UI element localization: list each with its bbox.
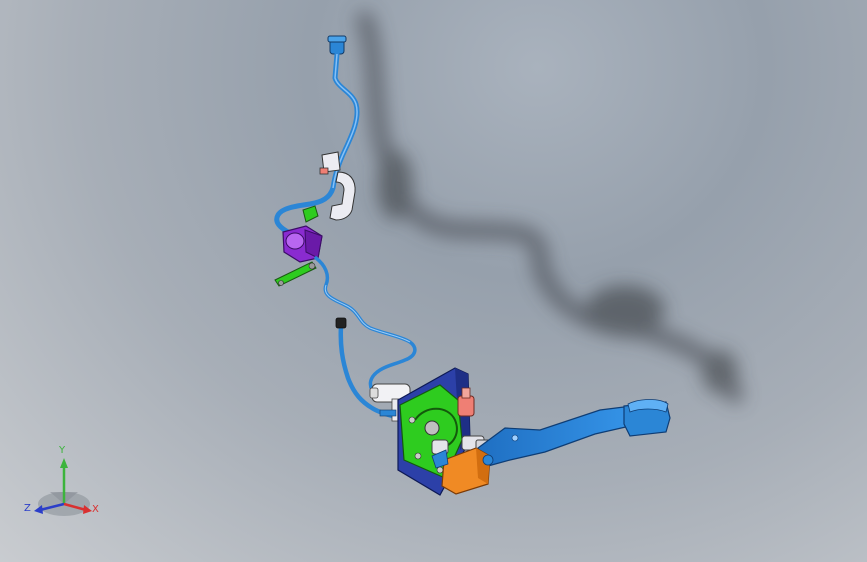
y-arrow-icon (60, 458, 68, 468)
axis-triad: Y Z X (22, 445, 108, 524)
reservoir-bracket[interactable] (319, 151, 356, 221)
y-axis-label: Y (59, 445, 66, 456)
z-axis-label: Z (24, 503, 31, 514)
model-shadow (356, 11, 744, 404)
x-axis-label: X (92, 504, 99, 515)
graphics-viewport[interactable]: Y Z X (0, 0, 867, 562)
push-rod[interactable] (274, 261, 317, 287)
model-canvas[interactable] (0, 0, 867, 562)
reservoir-fitting[interactable] (327, 35, 347, 55)
hose-clamp-upper[interactable] (302, 205, 319, 223)
z-arrow-icon (34, 505, 43, 514)
lower-hose[interactable] (314, 256, 417, 392)
pedal-pad[interactable] (623, 399, 671, 437)
